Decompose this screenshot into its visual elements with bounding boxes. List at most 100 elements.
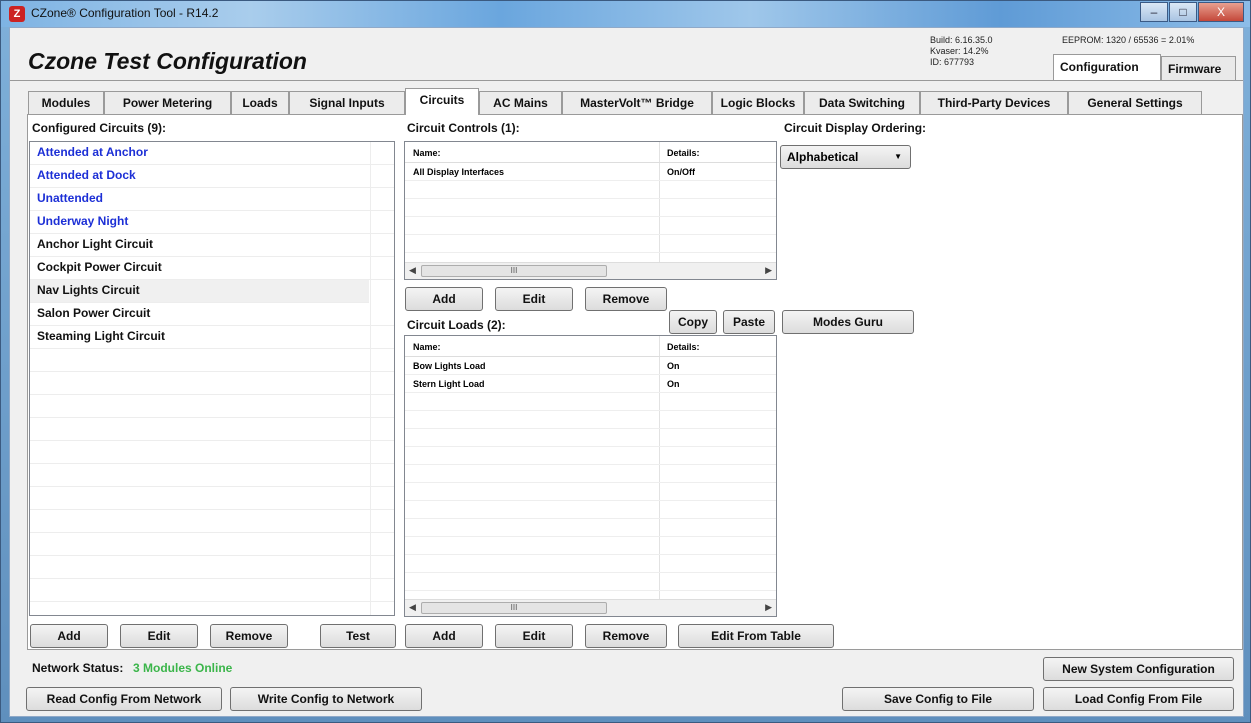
tab-general-settings[interactable]: General Settings	[1068, 91, 1202, 114]
control-details: On/Off	[667, 167, 695, 177]
list-item[interactable]: Unattended	[30, 188, 394, 211]
maximize-button[interactable]: □	[1169, 2, 1197, 22]
tab-modules[interactable]: Modules	[28, 91, 104, 114]
list-item[interactable]: Steaming Light Circuit	[30, 326, 394, 349]
table-empty-row	[405, 217, 776, 235]
list-empty-row	[30, 372, 394, 395]
grid-header-name: Name:	[413, 342, 441, 352]
load-paste-button[interactable]: Paste	[723, 310, 775, 334]
tab-logic-blocks[interactable]: Logic Blocks	[712, 91, 804, 114]
list-item[interactable]: Nav Lights Circuit	[30, 280, 369, 303]
control-edit-button[interactable]: Edit	[495, 287, 573, 311]
grid-header-details: Details:	[667, 148, 700, 158]
load-details: On	[667, 361, 680, 371]
table-empty-row	[405, 537, 776, 555]
list-empty-row	[30, 533, 394, 556]
load-config-file-button[interactable]: Load Config From File	[1043, 687, 1234, 711]
network-status-label: Network Status:	[32, 661, 124, 675]
kvaser-load: Kvaser: 14.2%	[930, 46, 989, 56]
load-copy-button[interactable]: Copy	[669, 310, 717, 334]
circuit-edit-button[interactable]: Edit	[120, 624, 198, 648]
tab-loads[interactable]: Loads	[231, 91, 289, 114]
app-window: Z CZone® Configuration Tool - R14.2 – □ …	[0, 0, 1251, 723]
table-row[interactable]: Stern Light Load On	[405, 375, 776, 393]
tab-power-metering[interactable]: Power Metering	[104, 91, 231, 114]
table-empty-row	[405, 483, 776, 501]
tab-third-party-devices[interactable]: Third-Party Devices	[920, 91, 1068, 114]
list-item[interactable]: Salon Power Circuit	[30, 303, 394, 326]
new-system-config-button[interactable]: New System Configuration	[1043, 657, 1234, 681]
tab-configuration[interactable]: Configuration	[1053, 54, 1161, 80]
scroll-left-icon[interactable]: ◀	[409, 602, 416, 613]
list-empty-row	[30, 510, 394, 533]
write-config-network-button[interactable]: Write Config to Network	[230, 687, 422, 711]
list-item[interactable]: Cockpit Power Circuit	[30, 257, 394, 280]
scroll-left-icon[interactable]: ◀	[409, 265, 416, 276]
table-empty-row	[405, 555, 776, 573]
table-empty-row	[405, 393, 776, 411]
chevron-down-icon: ▼	[894, 152, 902, 161]
grid-header: Name: Details:	[405, 142, 776, 163]
table-empty-row	[405, 519, 776, 537]
display-ordering-label: Circuit Display Ordering:	[784, 121, 927, 135]
table-empty-row	[405, 199, 776, 217]
load-add-button[interactable]: Add	[405, 624, 483, 648]
list-item[interactable]: Underway Night	[30, 211, 394, 234]
horizontal-scrollbar[interactable]: ◀ III ▶	[405, 262, 776, 279]
display-ordering-select[interactable]: Alphabetical ▼	[780, 145, 911, 169]
table-empty-row	[405, 501, 776, 519]
circuit-add-button[interactable]: Add	[30, 624, 108, 648]
horizontal-scrollbar[interactable]: ◀ III ▶	[405, 599, 776, 616]
tab-firmware[interactable]: Firmware	[1161, 56, 1236, 80]
configured-circuits-list[interactable]: Attended at Anchor Attended at Dock Unat…	[29, 141, 395, 616]
table-row[interactable]: Bow Lights Load On	[405, 357, 776, 375]
tab-signal-inputs[interactable]: Signal Inputs	[289, 91, 405, 114]
list-empty-row	[30, 579, 394, 602]
table-empty-row	[405, 411, 776, 429]
tab-data-switching[interactable]: Data Switching	[804, 91, 920, 114]
table-empty-row	[405, 235, 776, 253]
title-bar[interactable]: Z CZone® Configuration Tool - R14.2 – □ …	[1, 1, 1250, 27]
config-title: Czone Test Configuration	[28, 48, 307, 74]
circuit-controls-grid[interactable]: Name: Details: All Display Interfaces On…	[404, 141, 777, 280]
save-config-file-button[interactable]: Save Config to File	[842, 687, 1034, 711]
tab-mastervolt-bridge[interactable]: MasterVolt™ Bridge	[562, 91, 712, 114]
list-empty-row	[30, 556, 394, 579]
table-empty-row	[405, 181, 776, 199]
load-edit-button[interactable]: Edit	[495, 624, 573, 648]
display-ordering-value: Alphabetical	[787, 150, 859, 164]
scroll-right-icon[interactable]: ▶	[765, 602, 772, 613]
circuit-loads-label: Circuit Loads (2):	[407, 318, 506, 332]
table-empty-row	[405, 429, 776, 447]
close-button[interactable]: X	[1198, 2, 1244, 22]
load-remove-button[interactable]: Remove	[585, 624, 667, 648]
configured-circuits-label: Configured Circuits (9):	[32, 121, 166, 135]
list-item[interactable]: Attended at Dock	[30, 165, 394, 188]
edit-from-table-button[interactable]: Edit From Table	[678, 624, 834, 648]
tab-circuits[interactable]: Circuits	[405, 88, 479, 115]
scroll-right-icon[interactable]: ▶	[765, 265, 772, 276]
list-item[interactable]: Attended at Anchor	[30, 142, 394, 165]
list-item[interactable]: Anchor Light Circuit	[30, 234, 394, 257]
app-icon: Z	[9, 6, 25, 22]
eeprom-usage: EEPROM: 1320 / 65536 = 2.01%	[1062, 35, 1195, 45]
control-name: All Display Interfaces	[413, 167, 505, 177]
build-info: Build: 6.16.35.0 Kvaser: 14.2% ID: 67779…	[930, 35, 993, 68]
client-area: Czone Test Configuration Build: 6.16.35.…	[9, 27, 1244, 717]
modes-guru-button[interactable]: Modes Guru	[782, 310, 914, 334]
grid-header-name: Name:	[413, 148, 441, 158]
circuit-test-button[interactable]: Test	[320, 624, 396, 648]
scroll-thumb[interactable]: III	[421, 265, 607, 277]
tab-ac-mains[interactable]: AC Mains	[479, 91, 562, 114]
circuit-remove-button[interactable]: Remove	[210, 624, 288, 648]
table-row[interactable]: All Display Interfaces On/Off	[405, 163, 776, 181]
control-remove-button[interactable]: Remove	[585, 287, 667, 311]
read-config-network-button[interactable]: Read Config From Network	[26, 687, 222, 711]
control-add-button[interactable]: Add	[405, 287, 483, 311]
table-empty-row	[405, 447, 776, 465]
list-empty-row	[30, 418, 394, 441]
circuit-loads-grid[interactable]: Name: Details: Bow Lights Load On Stern …	[404, 335, 777, 617]
list-empty-row	[30, 395, 394, 418]
minimize-button[interactable]: –	[1140, 2, 1168, 22]
scroll-thumb[interactable]: III	[421, 602, 607, 614]
